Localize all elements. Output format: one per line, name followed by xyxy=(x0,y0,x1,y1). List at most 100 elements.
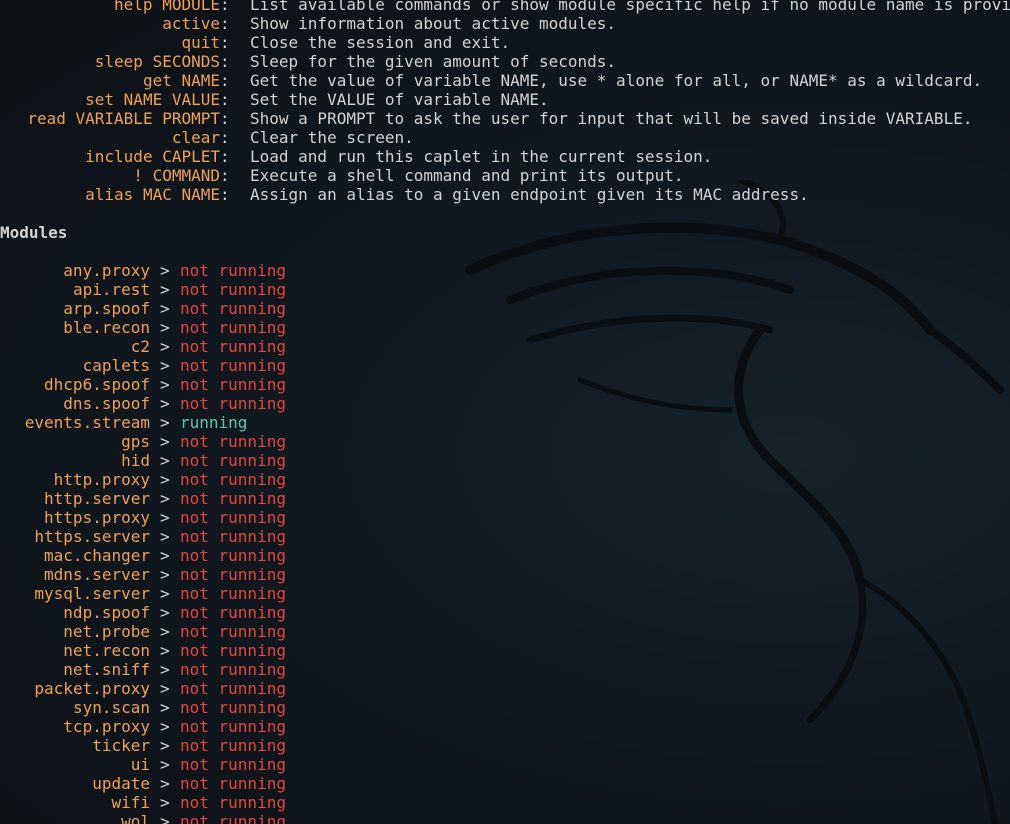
command-description: Clear the screen. xyxy=(250,128,414,147)
module-status: not running xyxy=(180,432,286,451)
module-row: ticker > not running xyxy=(0,736,1010,755)
module-separator: > xyxy=(160,280,170,299)
module-separator: > xyxy=(160,755,170,774)
module-separator: > xyxy=(160,717,170,736)
module-status: not running xyxy=(180,489,286,508)
module-status: not running xyxy=(180,793,286,812)
command-description: Assign an alias to a given endpoint give… xyxy=(250,185,809,204)
module-separator: > xyxy=(160,432,170,451)
module-row: api.rest > not running xyxy=(0,280,1010,299)
module-name: mac.changer xyxy=(44,546,150,565)
module-separator: > xyxy=(160,394,170,413)
module-row: arp.spoof > not running xyxy=(0,299,1010,318)
command-description: Get the value of variable NAME, use * al… xyxy=(250,71,983,90)
module-name: http.proxy xyxy=(53,470,150,489)
module-name: syn.scan xyxy=(72,698,150,717)
help-command-row: ! COMMAND: Execute a shell command and pr… xyxy=(0,166,1010,185)
command-name: get NAME xyxy=(142,71,220,90)
module-separator: > xyxy=(160,660,170,679)
module-row: mysql.server > not running xyxy=(0,584,1010,603)
command-name: quit xyxy=(181,33,220,52)
module-row: events.stream > running xyxy=(0,413,1010,432)
module-name: http.server xyxy=(44,489,150,508)
module-status: not running xyxy=(180,280,286,299)
module-status: not running xyxy=(180,299,286,318)
module-row: tcp.proxy > not running xyxy=(0,717,1010,736)
module-name: api.rest xyxy=(72,280,150,299)
module-separator: > xyxy=(160,565,170,584)
help-command-list: help MODULE: List available commands or s… xyxy=(0,0,1010,204)
command-name: read VARIABLE PROMPT xyxy=(27,109,220,128)
module-name: any.proxy xyxy=(63,261,150,280)
module-row: any.proxy > not running xyxy=(0,261,1010,280)
module-status: not running xyxy=(180,508,286,527)
module-row: dhcp6.spoof > not running xyxy=(0,375,1010,394)
module-status: not running xyxy=(180,717,286,736)
module-separator: > xyxy=(160,679,170,698)
module-status: not running xyxy=(180,451,286,470)
module-name: mysql.server xyxy=(34,584,150,603)
command-separator: : xyxy=(220,185,230,204)
command-separator: : xyxy=(220,71,230,90)
module-row: hid > not running xyxy=(0,451,1010,470)
command-separator: : xyxy=(220,52,230,71)
module-status: not running xyxy=(180,318,286,337)
module-name: dhcp6.spoof xyxy=(44,375,150,394)
module-separator: > xyxy=(160,793,170,812)
module-name: caplets xyxy=(82,356,150,375)
module-name: dns.spoof xyxy=(63,394,150,413)
module-name: arp.spoof xyxy=(63,299,150,318)
module-name: tcp.proxy xyxy=(63,717,150,736)
command-description: Close the session and exit. xyxy=(250,33,511,52)
module-separator: > xyxy=(160,698,170,717)
module-separator: > xyxy=(160,774,170,793)
module-separator: > xyxy=(160,622,170,641)
module-status: not running xyxy=(180,337,286,356)
command-description: Sleep for the given amount of seconds. xyxy=(250,52,617,71)
module-name: net.sniff xyxy=(63,660,150,679)
module-row: update > not running xyxy=(0,774,1010,793)
module-name: c2 xyxy=(130,337,150,356)
module-separator: > xyxy=(160,413,170,432)
help-command-row: help MODULE: List available commands or s… xyxy=(0,0,1010,14)
module-name: https.proxy xyxy=(44,508,150,527)
module-status: not running xyxy=(180,356,286,375)
terminal-output: help MODULE: List available commands or s… xyxy=(0,0,1010,824)
module-name: wifi xyxy=(111,793,150,812)
module-separator: > xyxy=(160,546,170,565)
module-status: not running xyxy=(180,470,286,489)
module-row: syn.scan > not running xyxy=(0,698,1010,717)
module-separator: > xyxy=(160,318,170,337)
module-row: net.sniff > not running xyxy=(0,660,1010,679)
command-name: help MODULE xyxy=(114,0,220,14)
module-row: https.server > not running xyxy=(0,527,1010,546)
command-separator: : xyxy=(220,128,230,147)
module-separator: > xyxy=(160,584,170,603)
module-row: gps > not running xyxy=(0,432,1010,451)
module-status: not running xyxy=(180,774,286,793)
module-name: mdns.server xyxy=(44,565,150,584)
command-name: set NAME VALUE xyxy=(85,90,220,109)
command-description: Show information about active modules. xyxy=(250,14,617,33)
help-command-row: clear: Clear the screen. xyxy=(0,128,1010,147)
module-name: https.server xyxy=(34,527,150,546)
command-description: Set the VALUE of variable NAME. xyxy=(250,90,549,109)
command-description: Show a PROMPT to ask the user for input … xyxy=(250,109,973,128)
module-status: not running xyxy=(180,698,286,717)
module-separator: > xyxy=(160,299,170,318)
module-name: net.probe xyxy=(63,622,150,641)
module-status: not running xyxy=(180,660,286,679)
module-row: http.server > not running xyxy=(0,489,1010,508)
command-name: include CAPLET xyxy=(85,147,220,166)
module-row: mdns.server > not running xyxy=(0,565,1010,584)
module-separator: > xyxy=(160,451,170,470)
module-status: not running xyxy=(180,546,286,565)
help-command-row: alias MAC NAME: Assign an alias to a give… xyxy=(0,185,1010,204)
module-status: not running xyxy=(180,527,286,546)
module-status: not running xyxy=(180,679,286,698)
command-name: active xyxy=(162,14,220,33)
module-row: ndp.spoof > not running xyxy=(0,603,1010,622)
command-separator: : xyxy=(220,33,230,52)
module-status: not running xyxy=(180,603,286,622)
